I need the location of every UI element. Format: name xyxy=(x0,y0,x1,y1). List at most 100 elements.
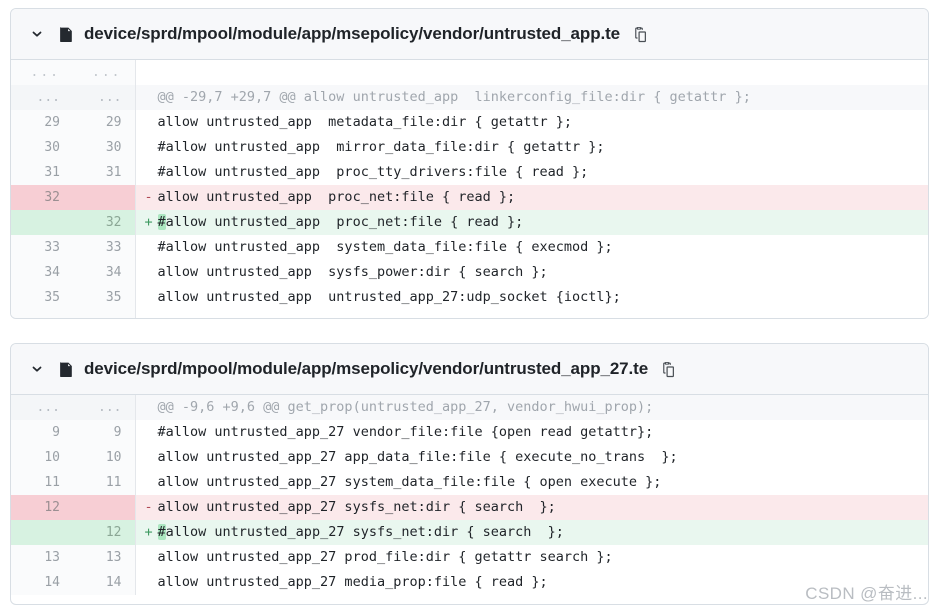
line-number-old: 30 xyxy=(11,135,73,160)
code-cell: + #allow untrusted_app proc_net:file { re… xyxy=(135,210,928,235)
line-number-old: ... xyxy=(11,60,73,85)
diff-marker xyxy=(145,110,158,135)
table-row: 14 14 allow untrusted_app_27 media_prop:… xyxy=(11,570,928,595)
code-text: allow untrusted_app_27 media_prop:file {… xyxy=(157,574,548,590)
code-cell: #allow untrusted_app mirror_data_file:di… xyxy=(135,135,928,160)
watermark-label: CSDN @奋进... xyxy=(805,584,928,603)
line-number-new xyxy=(73,495,136,520)
code-text: allow untrusted_app untrusted_app_27:udp… xyxy=(157,289,621,305)
line-number-old xyxy=(11,520,73,545)
table-row-added: 32 + #allow untrusted_app proc_net:file {… xyxy=(11,210,928,235)
diff-marker: - xyxy=(144,189,153,205)
code-cell: - allow untrusted_app_27 sysfs_net:dir { … xyxy=(135,495,928,520)
file-path-label: device/sprd/mpool/module/app/msepolicy/v… xyxy=(84,24,621,43)
word-diff-highlight: # xyxy=(157,524,166,540)
diff-marker xyxy=(145,570,158,595)
line-number-old: 32 xyxy=(11,185,73,210)
code-cell: #allow untrusted_app_27 vendor_file:file… xyxy=(135,420,928,445)
code-text: #allow untrusted_app mirror_data_file:di… xyxy=(157,139,605,155)
code-text: allow untrusted_app sysfs_power:dir { se… xyxy=(157,264,548,280)
diff-marker: - xyxy=(144,499,153,515)
hunk-header-cell: @@ -29,7 +29,7 @@ allow untrusted_app li… xyxy=(135,85,928,110)
table-row: ... ... @@ -29,7 +29,7 @@ allow untruste… xyxy=(11,85,928,110)
code-cell: allow untrusted_app metadata_file:dir { … xyxy=(135,110,928,135)
diff-file-header[interactable]: device/sprd/mpool/module/app/msepolicy/v… xyxy=(11,344,928,395)
diff-marker xyxy=(145,235,158,260)
diff-rows-1: ... ... ... ... @@ -29,7 +29,7 @@ allow … xyxy=(11,60,928,318)
line-number-old: 11 xyxy=(11,470,73,495)
line-number-new: ... xyxy=(73,60,136,85)
code-text: allow untrusted_app metadata_file:dir { … xyxy=(157,114,573,130)
code-text: #allow untrusted_app_27 vendor_file:file… xyxy=(157,424,654,440)
line-number-old: 13 xyxy=(11,545,73,570)
table-row: ... ... xyxy=(11,310,928,318)
code-text: #allow untrusted_app system_data_file:fi… xyxy=(157,239,613,255)
diff-marker: + xyxy=(144,214,153,230)
table-row: 34 34 allow untrusted_app sysfs_power:di… xyxy=(11,260,928,285)
code-cell: allow untrusted_app_27 prod_file:dir { g… xyxy=(135,545,928,570)
hunk-header-text: @@ -29,7 +29,7 @@ allow untrusted_app li… xyxy=(157,89,751,105)
table-row: 11 11 allow untrusted_app_27 system_data… xyxy=(11,470,928,495)
table-row: ... ... xyxy=(11,60,928,85)
code-text: allow untrusted_app proc_net:file { read… xyxy=(165,214,524,230)
diff-marker: + xyxy=(144,524,153,540)
line-number-new: 11 xyxy=(73,470,136,495)
file-icon xyxy=(57,25,75,43)
line-number-old: 29 xyxy=(11,110,73,135)
line-number-old: 33 xyxy=(11,235,73,260)
code-cell: allow untrusted_app_27 system_data_file:… xyxy=(135,470,928,495)
line-number-old: ... xyxy=(11,85,73,110)
diff-viewer-page: device/sprd/mpool/module/app/msepolicy/v… xyxy=(0,0,936,612)
word-diff-highlight: # xyxy=(157,214,166,230)
code-cell xyxy=(135,310,928,318)
diff-file-header[interactable]: device/sprd/mpool/module/app/msepolicy/v… xyxy=(11,9,928,60)
table-row: 29 29 allow untrusted_app metadata_file:… xyxy=(11,110,928,135)
table-row: 9 9 #allow untrusted_app_27 vendor_file:… xyxy=(11,420,928,445)
line-number-new: ... xyxy=(73,310,136,318)
table-row: 30 30 #allow untrusted_app mirror_data_f… xyxy=(11,135,928,160)
line-number-new: 31 xyxy=(73,160,136,185)
line-number-new: 13 xyxy=(73,545,136,570)
line-number-new xyxy=(73,185,136,210)
code-cell: allow untrusted_app untrusted_app_27:udp… xyxy=(135,285,928,310)
line-number-new: 14 xyxy=(73,570,136,595)
diff-marker xyxy=(145,470,158,495)
line-number-new: 29 xyxy=(73,110,136,135)
line-number-old: 34 xyxy=(11,260,73,285)
line-number-new: 10 xyxy=(73,445,136,470)
file-icon xyxy=(57,360,75,378)
line-number-old: 31 xyxy=(11,160,73,185)
chevron-down-icon[interactable] xyxy=(29,26,45,42)
code-text: allow untrusted_app_27 system_data_file:… xyxy=(157,474,662,490)
line-number-new: 30 xyxy=(73,135,136,160)
hunk-header-cell: @@ -9,6 +9,6 @@ get_prop(untrusted_app_2… xyxy=(135,395,928,420)
code-text: allow untrusted_app_27 sysfs_net:dir { s… xyxy=(157,499,556,515)
diff-marker xyxy=(145,260,158,285)
diff-file-block: device/sprd/mpool/module/app/msepolicy/v… xyxy=(10,8,929,319)
diff-marker xyxy=(145,285,158,310)
code-text: allow untrusted_app proc_net:file { read… xyxy=(157,189,516,205)
line-number-new: 32 xyxy=(73,210,136,235)
diff-file-block: device/sprd/mpool/module/app/msepolicy/v… xyxy=(10,343,929,605)
table-row: 13 13 allow untrusted_app_27 prod_file:d… xyxy=(11,545,928,570)
code-text: allow untrusted_app_27 prod_file:dir { g… xyxy=(157,549,613,565)
line-number-new: 9 xyxy=(73,420,136,445)
table-row-added: 12 + #allow untrusted_app_27 sysfs_net:di… xyxy=(11,520,928,545)
table-row: 33 33 #allow untrusted_app system_data_f… xyxy=(11,235,928,260)
code-text: allow untrusted_app_27 sysfs_net:dir { s… xyxy=(165,524,564,540)
line-number-old: ... xyxy=(11,395,73,420)
copy-path-icon[interactable] xyxy=(659,360,677,378)
table-row: 31 31 #allow untrusted_app proc_tty_driv… xyxy=(11,160,928,185)
chevron-down-icon[interactable] xyxy=(29,361,45,377)
code-text: allow untrusted_app_27 app_data_file:fil… xyxy=(157,449,678,465)
table-row: ... ... @@ -9,6 +9,6 @@ get_prop(untrust… xyxy=(11,395,928,420)
copy-path-icon[interactable] xyxy=(631,25,649,43)
line-number-old: ... xyxy=(11,310,73,318)
line-number-new: ... xyxy=(73,395,136,420)
line-number-old: 14 xyxy=(11,570,73,595)
line-number-old xyxy=(11,210,73,235)
line-number-new: ... xyxy=(73,85,136,110)
line-number-old: 35 xyxy=(11,285,73,310)
line-number-new: 34 xyxy=(73,260,136,285)
code-cell: #allow untrusted_app proc_tty_drivers:fi… xyxy=(135,160,928,185)
